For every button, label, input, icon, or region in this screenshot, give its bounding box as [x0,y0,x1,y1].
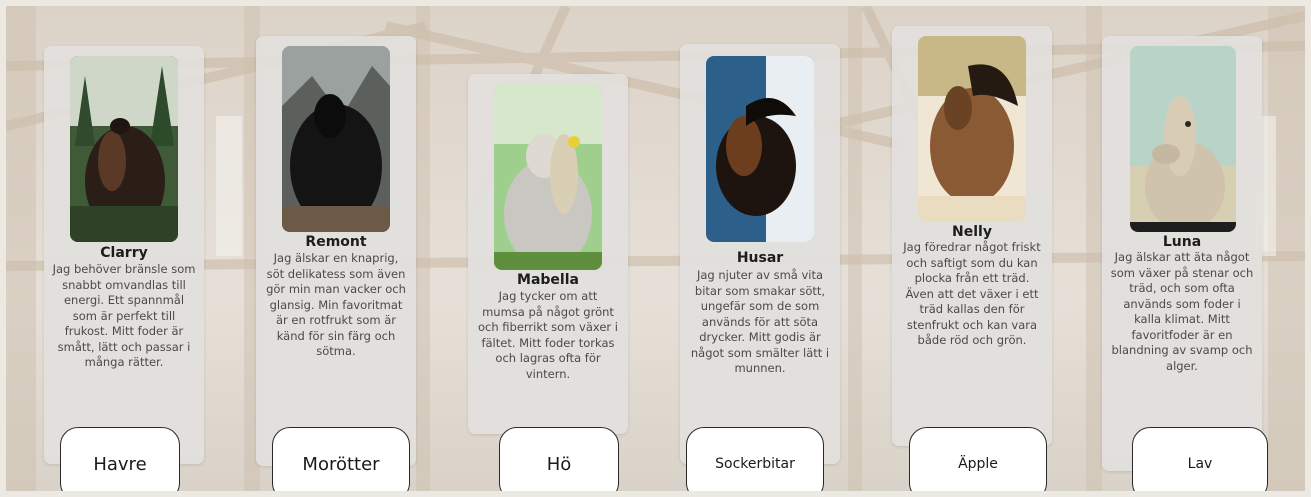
answer-tile-lav[interactable]: Lav [1132,427,1268,491]
horse-card-nelly: Nelly Jag föredrar något friskt och saft… [892,26,1052,446]
horse-name: Husar [736,250,784,266]
answer-tile-apple[interactable]: Äpple [909,427,1047,491]
horse-portrait [494,84,602,270]
game-stage: Clarry Jag behöver bränsle som snabbt om… [6,6,1305,491]
answer-label: Sockerbitar [715,456,795,472]
horse-name: Clarry [100,245,148,261]
horse-card-remont: Remont Jag älskar en knaprig, söt delika… [256,36,416,466]
answer-tile-ho[interactable]: Hö [499,427,619,491]
horse-portrait [706,56,814,242]
horse-portrait [918,36,1026,222]
llama-description: Jag älskar att äta något som växer på st… [1110,250,1254,373]
answer-label: Äpple [958,456,998,472]
horse-name: Remont [305,234,367,250]
horse-portrait [70,56,178,242]
horse-description: Jag tycker om att mumsa på något grönt o… [477,289,619,381]
answer-tile-havre[interactable]: Havre [60,427,180,491]
horse-card-mabella: Mabella Jag tycker om att mumsa på något… [468,74,628,434]
llama-card-luna: Luna Jag älskar att äta något som växer … [1102,36,1262,471]
llama-name: Luna [1162,234,1202,250]
answer-label: Morötter [302,453,380,475]
horse-card-husar: Husar Jag njuter av små vita bitar som s… [680,44,840,464]
horse-name: Nelly [952,224,992,240]
answer-label: Hö [546,453,572,475]
llama-portrait [1130,46,1236,232]
horse-description: Jag föredrar något friskt och saftigt so… [903,240,1041,347]
horse-name: Mabella [517,272,579,288]
horse-card-clarry: Clarry Jag behöver bränsle som snabbt om… [44,46,204,464]
horse-portrait [282,46,390,232]
answer-label: Havre [93,453,147,475]
answer-label: Lav [1187,456,1213,472]
answer-tile-morotter[interactable]: Morötter [272,427,410,491]
answer-tile-sockerbitar[interactable]: Sockerbitar [686,427,824,491]
